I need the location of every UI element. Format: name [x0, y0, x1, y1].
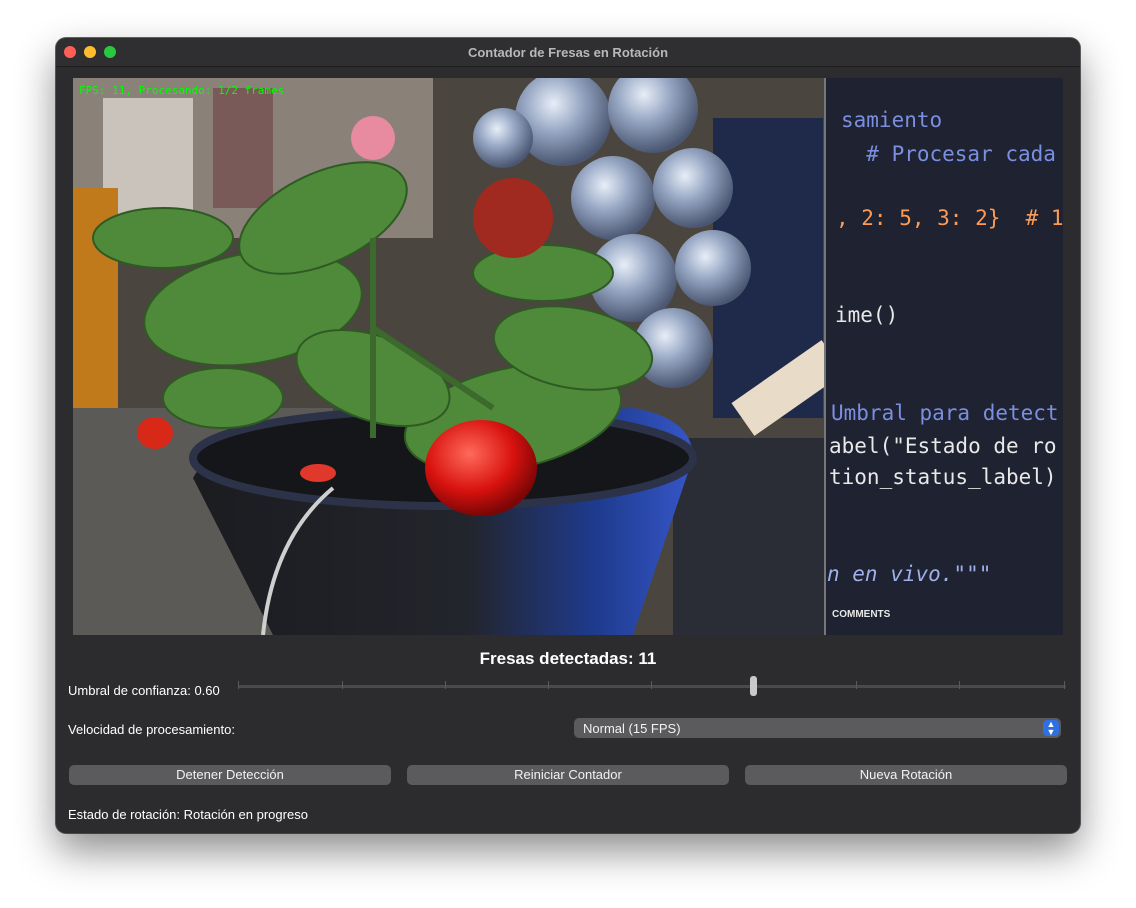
- chevron-updown-icon: ▲ ▼: [1043, 720, 1059, 737]
- code-line: , 2: 5, 3: 2} # 1: [836, 206, 1063, 230]
- speed-label: Velocidad de procesamiento:: [68, 722, 235, 737]
- slider-tick: [548, 681, 549, 689]
- confidence-label: Umbral de confianza: 0.60: [68, 683, 220, 698]
- confidence-slider[interactable]: [238, 685, 1066, 688]
- speed-select[interactable]: Normal (15 FPS) ▲ ▼: [574, 718, 1061, 738]
- new-rotation-button[interactable]: Nueva Rotación: [745, 765, 1067, 785]
- app-window: Contador de Fresas en Rotación FPS: 11, …: [56, 38, 1080, 833]
- slider-tick: [856, 681, 857, 689]
- speed-select-value: Normal (15 FPS): [583, 721, 681, 736]
- code-line: n en vivo.""": [827, 562, 992, 586]
- rotation-status: Estado de rotación: Rotación en progreso: [68, 807, 308, 822]
- title-bar[interactable]: Contador de Fresas en Rotación: [56, 38, 1080, 67]
- code-line: # Procesar cada: [841, 142, 1056, 166]
- slider-tick: [1064, 681, 1065, 689]
- slider-tick: [651, 681, 652, 689]
- camera-feed: FPS: 11, Procesando: 1/2 frames samiento…: [73, 78, 1063, 635]
- slider-tick: [959, 681, 960, 689]
- slider-tick: [238, 681, 239, 689]
- code-line: ime(): [835, 303, 899, 327]
- slider-tick: [445, 681, 446, 689]
- strawberry-count: Fresas detectadas: 11: [479, 649, 657, 668]
- confidence-slider-thumb[interactable]: [750, 676, 757, 696]
- stop-detection-button[interactable]: Detener Detección: [69, 765, 391, 785]
- code-line: tion_status_label): [829, 465, 1057, 489]
- code-line: abel("Estado de ro: [829, 434, 1057, 458]
- reset-counter-button[interactable]: Reiniciar Contador: [407, 765, 729, 785]
- slider-tick: [342, 681, 343, 689]
- window-title: Contador de Fresas en Rotación: [467, 45, 669, 60]
- fps-overlay-text: FPS: 11, Procesando: 1/2 frames: [79, 84, 285, 97]
- code-line: samiento: [841, 108, 943, 132]
- comments-label: COMMENTS: [832, 609, 891, 620]
- code-line: Umbral para detect: [831, 401, 1059, 425]
